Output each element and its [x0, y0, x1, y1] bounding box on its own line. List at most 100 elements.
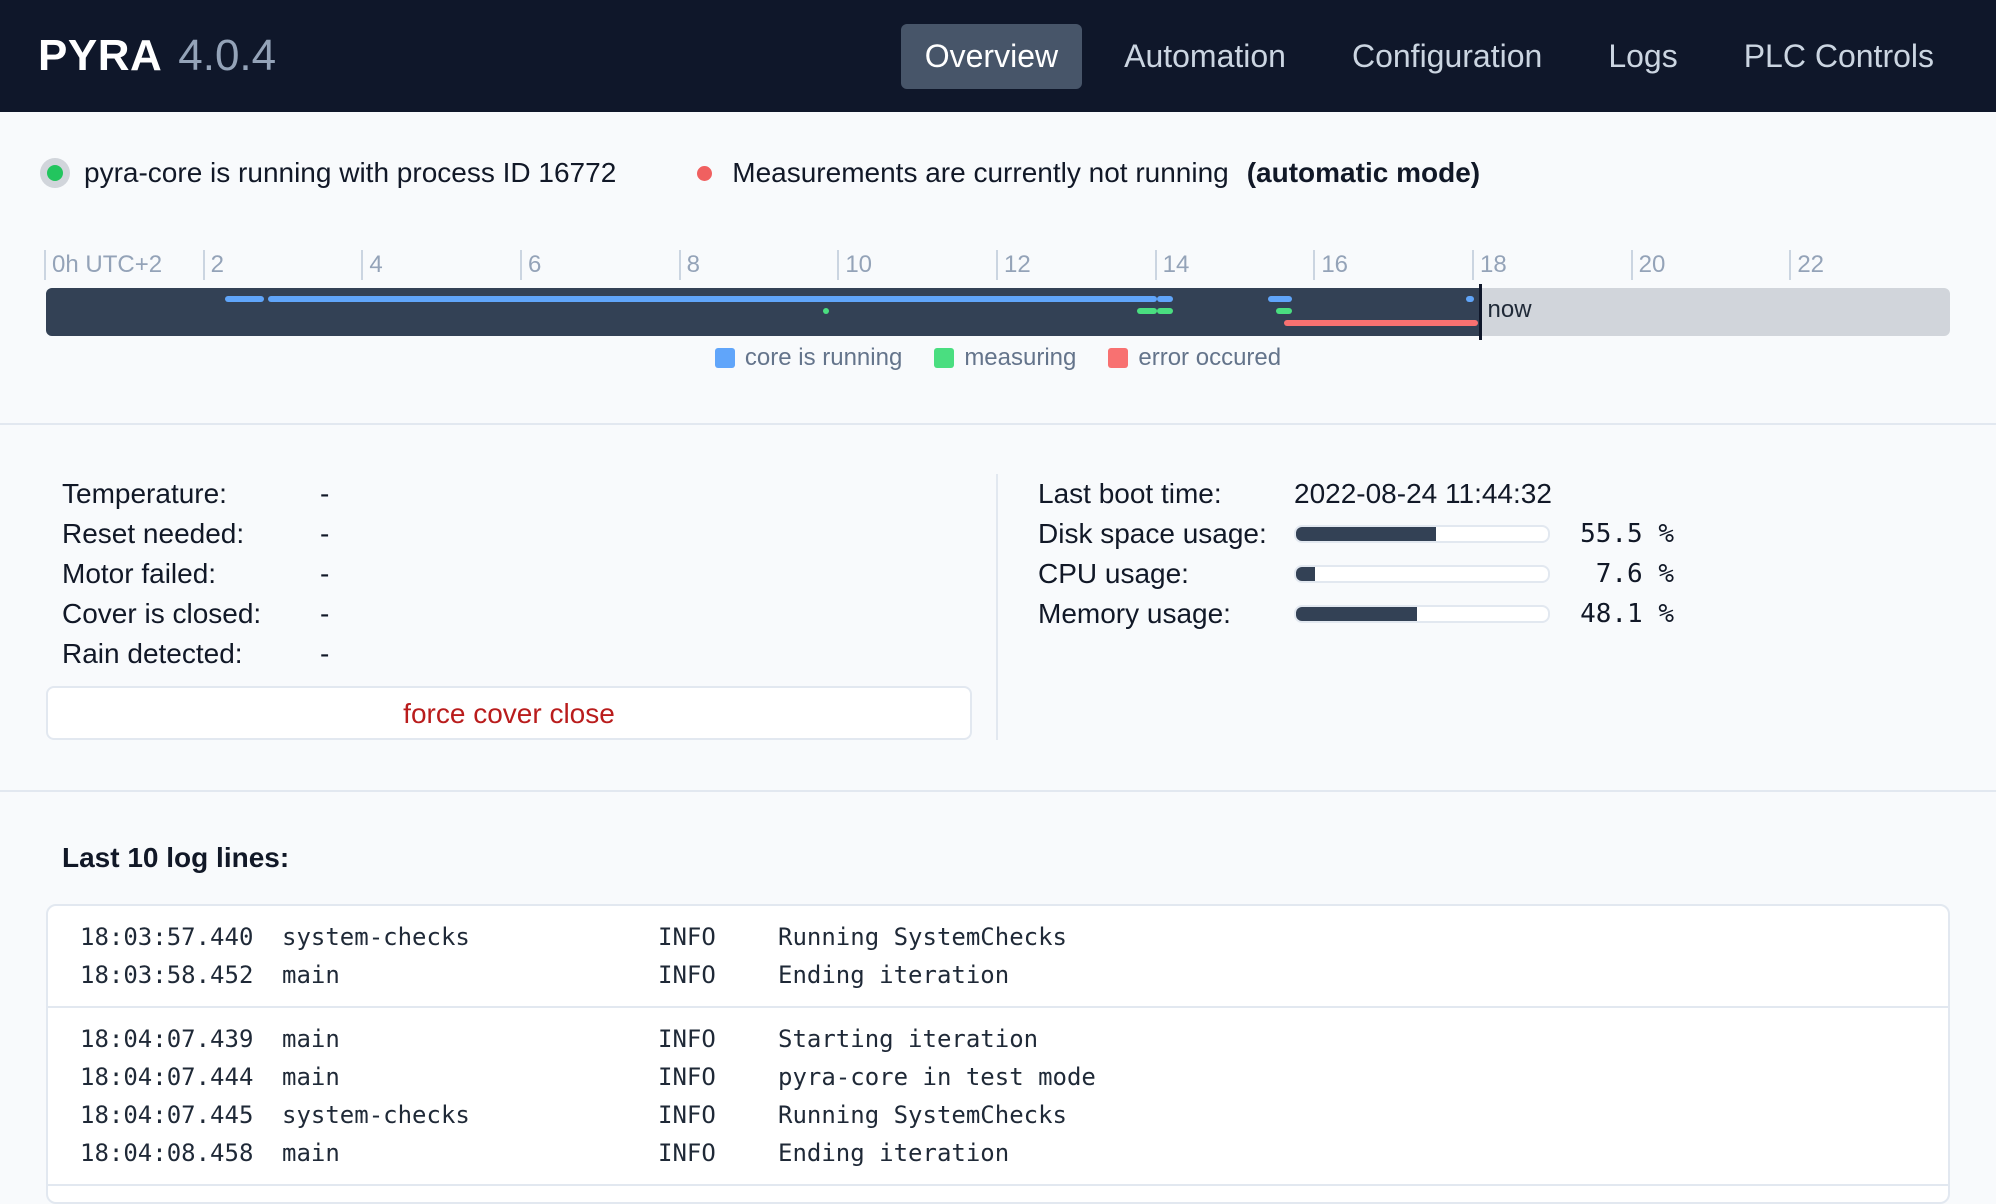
- plc-state-row: Reset needed: -: [62, 514, 329, 554]
- plc-state-row: Cover is closed: -: [62, 594, 329, 634]
- plc-state-value: -: [320, 558, 330, 589]
- log-source: system-checks: [282, 923, 470, 951]
- log-level: INFO: [658, 1139, 716, 1167]
- plc-state-label: Reset needed:: [62, 518, 245, 549]
- log-source: main: [282, 1063, 340, 1091]
- state-panel: Temperature: - Reset needed: - Motor failed:…: [0, 424, 1996, 790]
- log-time: 18:04:07.444: [80, 1063, 254, 1091]
- log-line: 18:04:07.445 system-checks INFO Running Sys…: [80, 1096, 1916, 1134]
- plc-state-label: Temperature:: [62, 478, 227, 509]
- brand: PYRA 4.0.4: [38, 31, 276, 81]
- measurement-status-indicator-icon: [692, 161, 716, 185]
- log-line: 18:04:08.458 main INFO Ending iteration: [80, 1134, 1916, 1172]
- timeline-axis: 0h UTC+2 2 4 6 8 10 12 14 16 18 20 22: [44, 244, 1950, 280]
- plc-state-label: Motor failed:: [62, 558, 217, 589]
- tab-configuration[interactable]: Configuration: [1328, 24, 1566, 89]
- log-line: 18:03:57.440 system-checks INFO Running Sys…: [80, 918, 1916, 956]
- plc-state-row: Temperature: -: [62, 474, 329, 514]
- log-line: 18:04:07.444 main INFO pyra-core in test mo…: [80, 1058, 1916, 1096]
- usage-row: Memory usage: 48.1 %: [1038, 594, 1674, 634]
- legend-item: error occured: [1108, 344, 1281, 372]
- tab-overview[interactable]: Overview: [900, 23, 1083, 89]
- core-status-text: pyra-core is running with process ID 167…: [84, 157, 617, 188]
- log-message: Running SystemChecks: [778, 923, 1067, 951]
- usage-progress-bar: [1294, 525, 1550, 543]
- usage-label: Memory usage:: [1038, 598, 1231, 629]
- timeline-tick-label: 16: [1313, 250, 1348, 280]
- tab-logs[interactable]: Logs: [1584, 24, 1701, 89]
- usage-row: Disk space usage: 55.5 %: [1038, 514, 1674, 554]
- core-running-segment: [1156, 296, 1173, 302]
- logs-title: Last 10 log lines:: [62, 842, 290, 873]
- measurement-status-text: Measurements are currently not running: [732, 157, 1229, 188]
- log-level: INFO: [658, 961, 716, 989]
- force-cover-close-button[interactable]: force cover close: [46, 686, 972, 740]
- core-running-segment: [1267, 296, 1292, 302]
- core-status-indicator-icon: [40, 158, 70, 188]
- log-level: INFO: [658, 1101, 716, 1129]
- activity-timeline: [46, 288, 1950, 336]
- legend-item: core is running: [714, 344, 903, 372]
- boot-time-value: 2022-08-24 11:44:32: [1294, 478, 1552, 509]
- usage-row: CPU usage: 7.6 %: [1038, 554, 1674, 594]
- timeline-legend: core is running measuring error occured: [0, 344, 1996, 372]
- tab-plc-controls[interactable]: PLC Controls: [1720, 24, 1958, 89]
- app-version: 4.0.4: [178, 31, 277, 80]
- legend-label: core is running: [744, 344, 903, 371]
- measuring-segment: [1275, 308, 1292, 314]
- divider: [0, 790, 1996, 792]
- usage-label: CPU usage:: [1038, 558, 1189, 589]
- log-source: main: [282, 1139, 340, 1167]
- timeline-tick-label: 12: [996, 250, 1031, 280]
- log-source: main: [282, 1025, 340, 1053]
- usage-label: Disk space usage:: [1038, 518, 1267, 549]
- usage-percent: 7.6 %: [1595, 559, 1674, 589]
- status-row: pyra-core is running with process ID 167…: [0, 112, 1996, 234]
- plc-state-value: -: [320, 478, 330, 509]
- log-message: Ending iteration: [778, 961, 1010, 989]
- log-lines-panel: 18:03:57.440 system-checks INFO Running Sys…: [46, 904, 1950, 1204]
- timeline-tick-label: 20: [1630, 250, 1665, 280]
- log-group: 18:03:57.440 system-checks INFO Running Sys…: [48, 906, 1948, 1008]
- log-line: 18:04:07.439 main INFO Starting iteration: [80, 1020, 1916, 1058]
- log-message: Ending iteration: [778, 1139, 1010, 1167]
- plc-state-value: -: [320, 518, 330, 549]
- log-line: 18:03:58.452 main INFO Ending iteration: [80, 956, 1916, 994]
- tab-automation[interactable]: Automation: [1100, 24, 1310, 89]
- log-time: 18:04:07.439: [80, 1025, 254, 1053]
- usage-percent: 48.1 %: [1580, 599, 1674, 629]
- log-source: main: [282, 961, 340, 989]
- usage-progress-bar: [1294, 605, 1550, 623]
- measurement-mode: (automatic mode): [1246, 157, 1481, 188]
- log-group: 18:04:07.439 main INFO Starting iteration 18…: [48, 1008, 1948, 1186]
- timeline-tick-label: 0h UTC+2: [44, 250, 162, 280]
- log-level: INFO: [658, 923, 716, 951]
- timeline-tick-label: 14: [1154, 250, 1189, 280]
- app-name: PYRA: [38, 31, 163, 80]
- main-nav: Overview Automation Configuration Logs P…: [900, 23, 1958, 89]
- plc-state-label: Cover is closed:: [62, 598, 262, 629]
- boot-time-label: Last boot time:: [1038, 478, 1222, 509]
- log-source: system-checks: [282, 1101, 470, 1129]
- legend-label: measuring: [964, 344, 1077, 371]
- now-marker: [1478, 284, 1482, 340]
- timeline-tick-label: 8: [678, 250, 700, 280]
- measuring-segment: [1156, 308, 1173, 314]
- plc-state-value: -: [320, 598, 330, 629]
- plc-state: Temperature: - Reset needed: - Motor failed:…: [62, 474, 329, 674]
- usage-percent: 55.5 %: [1580, 519, 1674, 549]
- timeline-tick-label: 22: [1789, 250, 1824, 280]
- timeline-tick-label: 18: [1472, 250, 1507, 280]
- core-running-segment: [224, 296, 265, 302]
- timeline-tick-label: 6: [520, 250, 541, 280]
- measurement-status: Measurements are currently not running (…: [692, 157, 1480, 189]
- timeline-tick-label: 4: [361, 250, 383, 280]
- timeline-tick-label: 2: [202, 250, 224, 280]
- timeline-tick-label: 10: [837, 250, 872, 280]
- legend-item: measuring: [934, 344, 1076, 372]
- plc-state-label: Rain detected:: [62, 638, 243, 669]
- plc-state-row: Rain detected: -: [62, 634, 329, 674]
- log-time: 18:03:58.452: [80, 961, 254, 989]
- log-time: 18:04:08.458: [80, 1139, 254, 1167]
- legend-swatch: [934, 348, 955, 368]
